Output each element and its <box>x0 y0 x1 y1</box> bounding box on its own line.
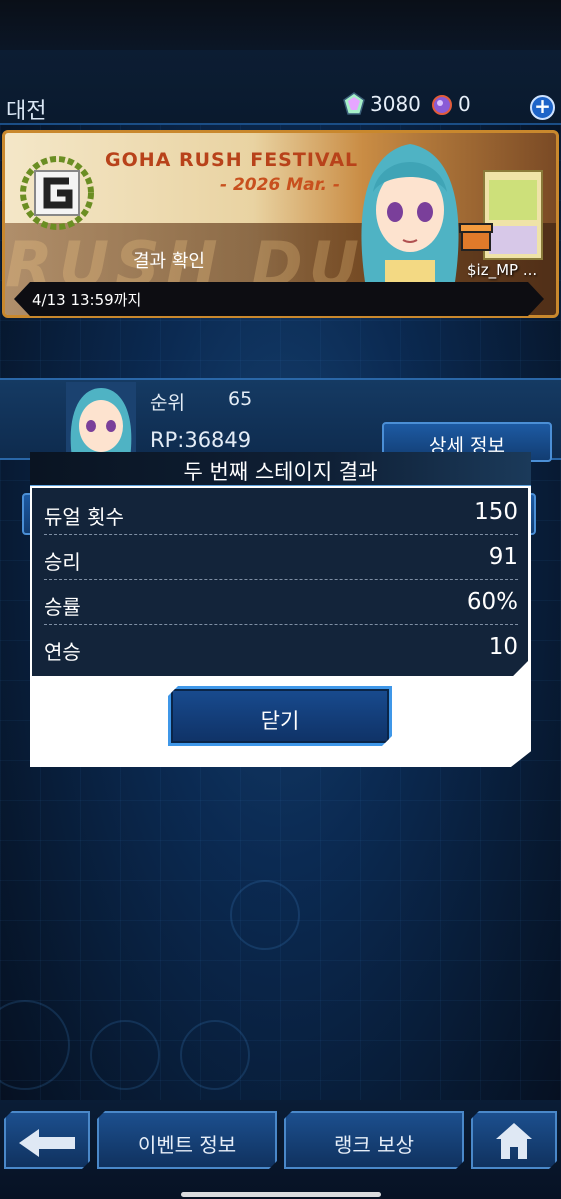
rank-points: RP:36849 <box>150 428 252 452</box>
add-currency-button[interactable]: + <box>530 95 555 120</box>
view-result-link[interactable]: 결과 확인 <box>133 247 205 273</box>
stat-label: 승리 <box>44 550 81 574</box>
home-button[interactable] <box>471 1111 557 1169</box>
stat-label: 연승 <box>44 640 81 664</box>
stat-value: 150 <box>474 499 518 525</box>
dialog-title: 두 번째 스테이지 결과 <box>183 460 378 484</box>
event-logo-icon <box>20 156 94 230</box>
stat-row-win-rate: 승률 60% <box>44 581 518 625</box>
gift-box-icon <box>459 223 493 251</box>
gem-count: 3080 <box>370 92 421 116</box>
character-portrait <box>361 144 459 282</box>
rank-reward-button[interactable]: 랭크 보상 <box>284 1111 464 1169</box>
banner-title: GOHA RUSH FESTIVAL <box>105 149 359 171</box>
orb-count: 0 <box>458 92 471 116</box>
stat-row-wins: 승리 91 <box>44 536 518 580</box>
stat-row-duels: 듀얼 횟수 150 <box>44 491 518 535</box>
stat-label: 듀얼 횟수 <box>44 505 124 529</box>
header-bar <box>0 50 561 125</box>
home-indicator <box>181 1192 381 1197</box>
rank-value: 65 <box>228 388 253 410</box>
stat-label: 승률 <box>44 595 81 619</box>
rank-label: 순위 <box>150 392 185 414</box>
stat-value: 60% <box>466 589 518 615</box>
event-info-button[interactable]: 이벤트 정보 <box>97 1111 277 1169</box>
gem-icon <box>343 92 365 115</box>
page-title: 대전 <box>6 99 47 124</box>
banner-subtitle: - 2026 Mar. - <box>220 175 340 195</box>
orb-icon <box>432 95 452 115</box>
orb-counter: 0 <box>430 92 471 116</box>
stat-value: 91 <box>488 544 518 570</box>
banner-user-name: $iz_MP ... <box>467 261 538 279</box>
gem-counter: 3080 <box>342 92 421 116</box>
close-button[interactable]: 닫기 <box>168 686 392 746</box>
player-avatar <box>66 382 136 458</box>
back-arrow-icon <box>19 1129 75 1157</box>
stat-value: 10 <box>488 634 518 660</box>
status-area <box>0 0 561 50</box>
back-button[interactable] <box>4 1111 90 1169</box>
home-icon <box>494 1121 534 1161</box>
stat-row-win-streak: 연승 10 <box>44 626 518 670</box>
deadline-label: 4/13 13:59까지 <box>14 282 544 316</box>
